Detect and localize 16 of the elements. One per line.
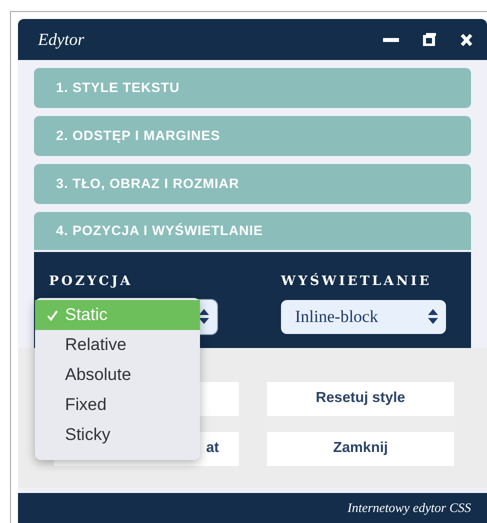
- close-icon[interactable]: [460, 32, 473, 46]
- check-icon: [46, 310, 58, 320]
- dropdown-option[interactable]: Relative: [35, 330, 200, 360]
- dropdown-option[interactable]: Absolute: [35, 360, 200, 390]
- select-field[interactable]: Inline-block: [281, 300, 446, 334]
- field-label: WYŚWIETLANIE: [281, 272, 433, 291]
- dropdown-option[interactable]: Fixed: [35, 390, 200, 420]
- footer-text: Internetowy edytor CSS: [18, 493, 487, 523]
- dropdown-option[interactable]: Sticky: [35, 420, 200, 450]
- maximize-icon[interactable]: [423, 33, 436, 46]
- window-title: Edytor: [38, 28, 84, 51]
- field-label: POZYCJA: [49, 273, 134, 291]
- action-button[interactable]: Zamknij: [267, 432, 454, 466]
- updown-icon: [428, 309, 438, 324]
- minimize-icon[interactable]: [383, 38, 399, 42]
- action-button[interactable]: Resetuj style: [267, 382, 454, 416]
